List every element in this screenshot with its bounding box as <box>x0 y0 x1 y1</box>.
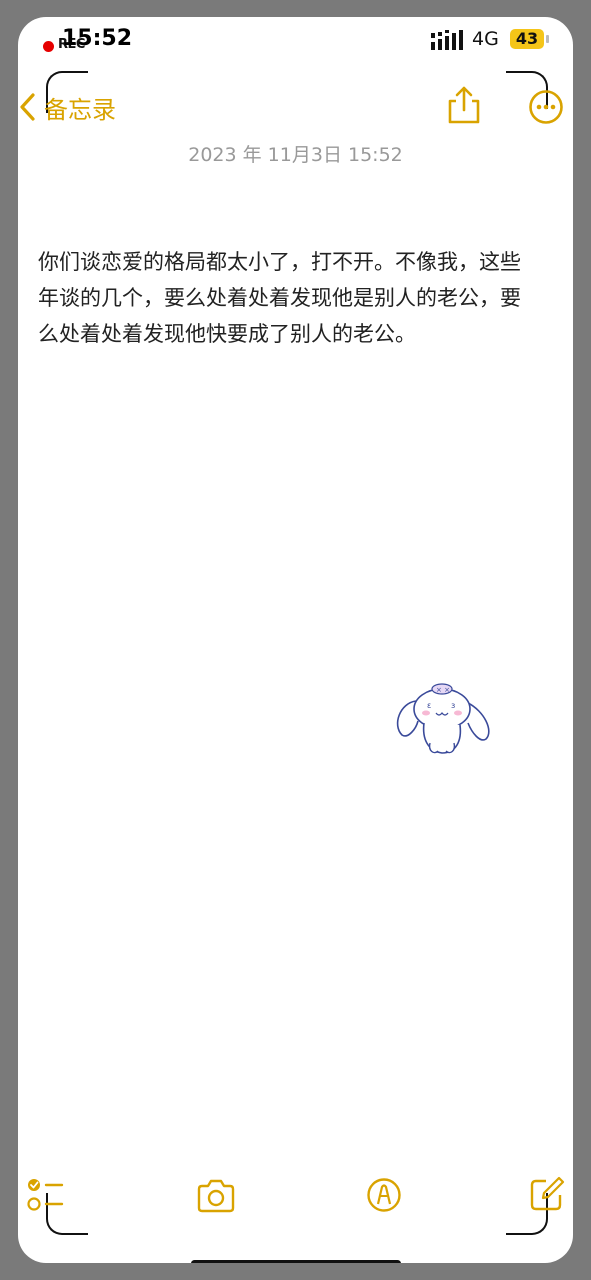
svg-text:ε: ε <box>427 701 431 710</box>
back-label: 备忘录 <box>44 95 116 124</box>
notes-screen: REC 15:52 4G 43 备忘录 2023 年 11月3日 15:52 你… <box>18 17 573 1263</box>
battery-level: 43 <box>515 29 539 48</box>
battery-tip <box>546 35 549 43</box>
battery-icon: 43 <box>510 29 544 49</box>
note-body[interactable]: 你们谈恋爱的格局都太小了，打不开。不像我，这些年谈的几个，要么处着处着发现他是别… <box>38 244 538 352</box>
recording-dot <box>43 41 54 52</box>
status-time: 15:52 <box>62 26 133 51</box>
svg-text:з: з <box>451 701 455 710</box>
chevron-left-icon <box>20 93 35 121</box>
status-bar: REC 15:52 4G 43 <box>18 17 573 63</box>
note-date: 2023 年 11月3日 15:52 <box>188 144 403 166</box>
markup-pen-icon[interactable] <box>366 1177 402 1213</box>
signal-icon <box>431 30 463 50</box>
camera-icon[interactable] <box>196 1179 236 1213</box>
bunny-sticker: × × ε з <box>396 683 490 754</box>
back-button[interactable]: 备忘录 <box>18 87 116 127</box>
svg-text:× ×: × × <box>436 686 450 694</box>
share-icon[interactable] <box>446 85 482 125</box>
home-indicator[interactable] <box>191 1260 401 1263</box>
compose-icon[interactable] <box>528 1175 566 1213</box>
ellipsis-circle-icon[interactable] <box>528 89 564 125</box>
network-type: 4G <box>472 28 499 50</box>
checklist-icon[interactable] <box>24 1175 64 1215</box>
